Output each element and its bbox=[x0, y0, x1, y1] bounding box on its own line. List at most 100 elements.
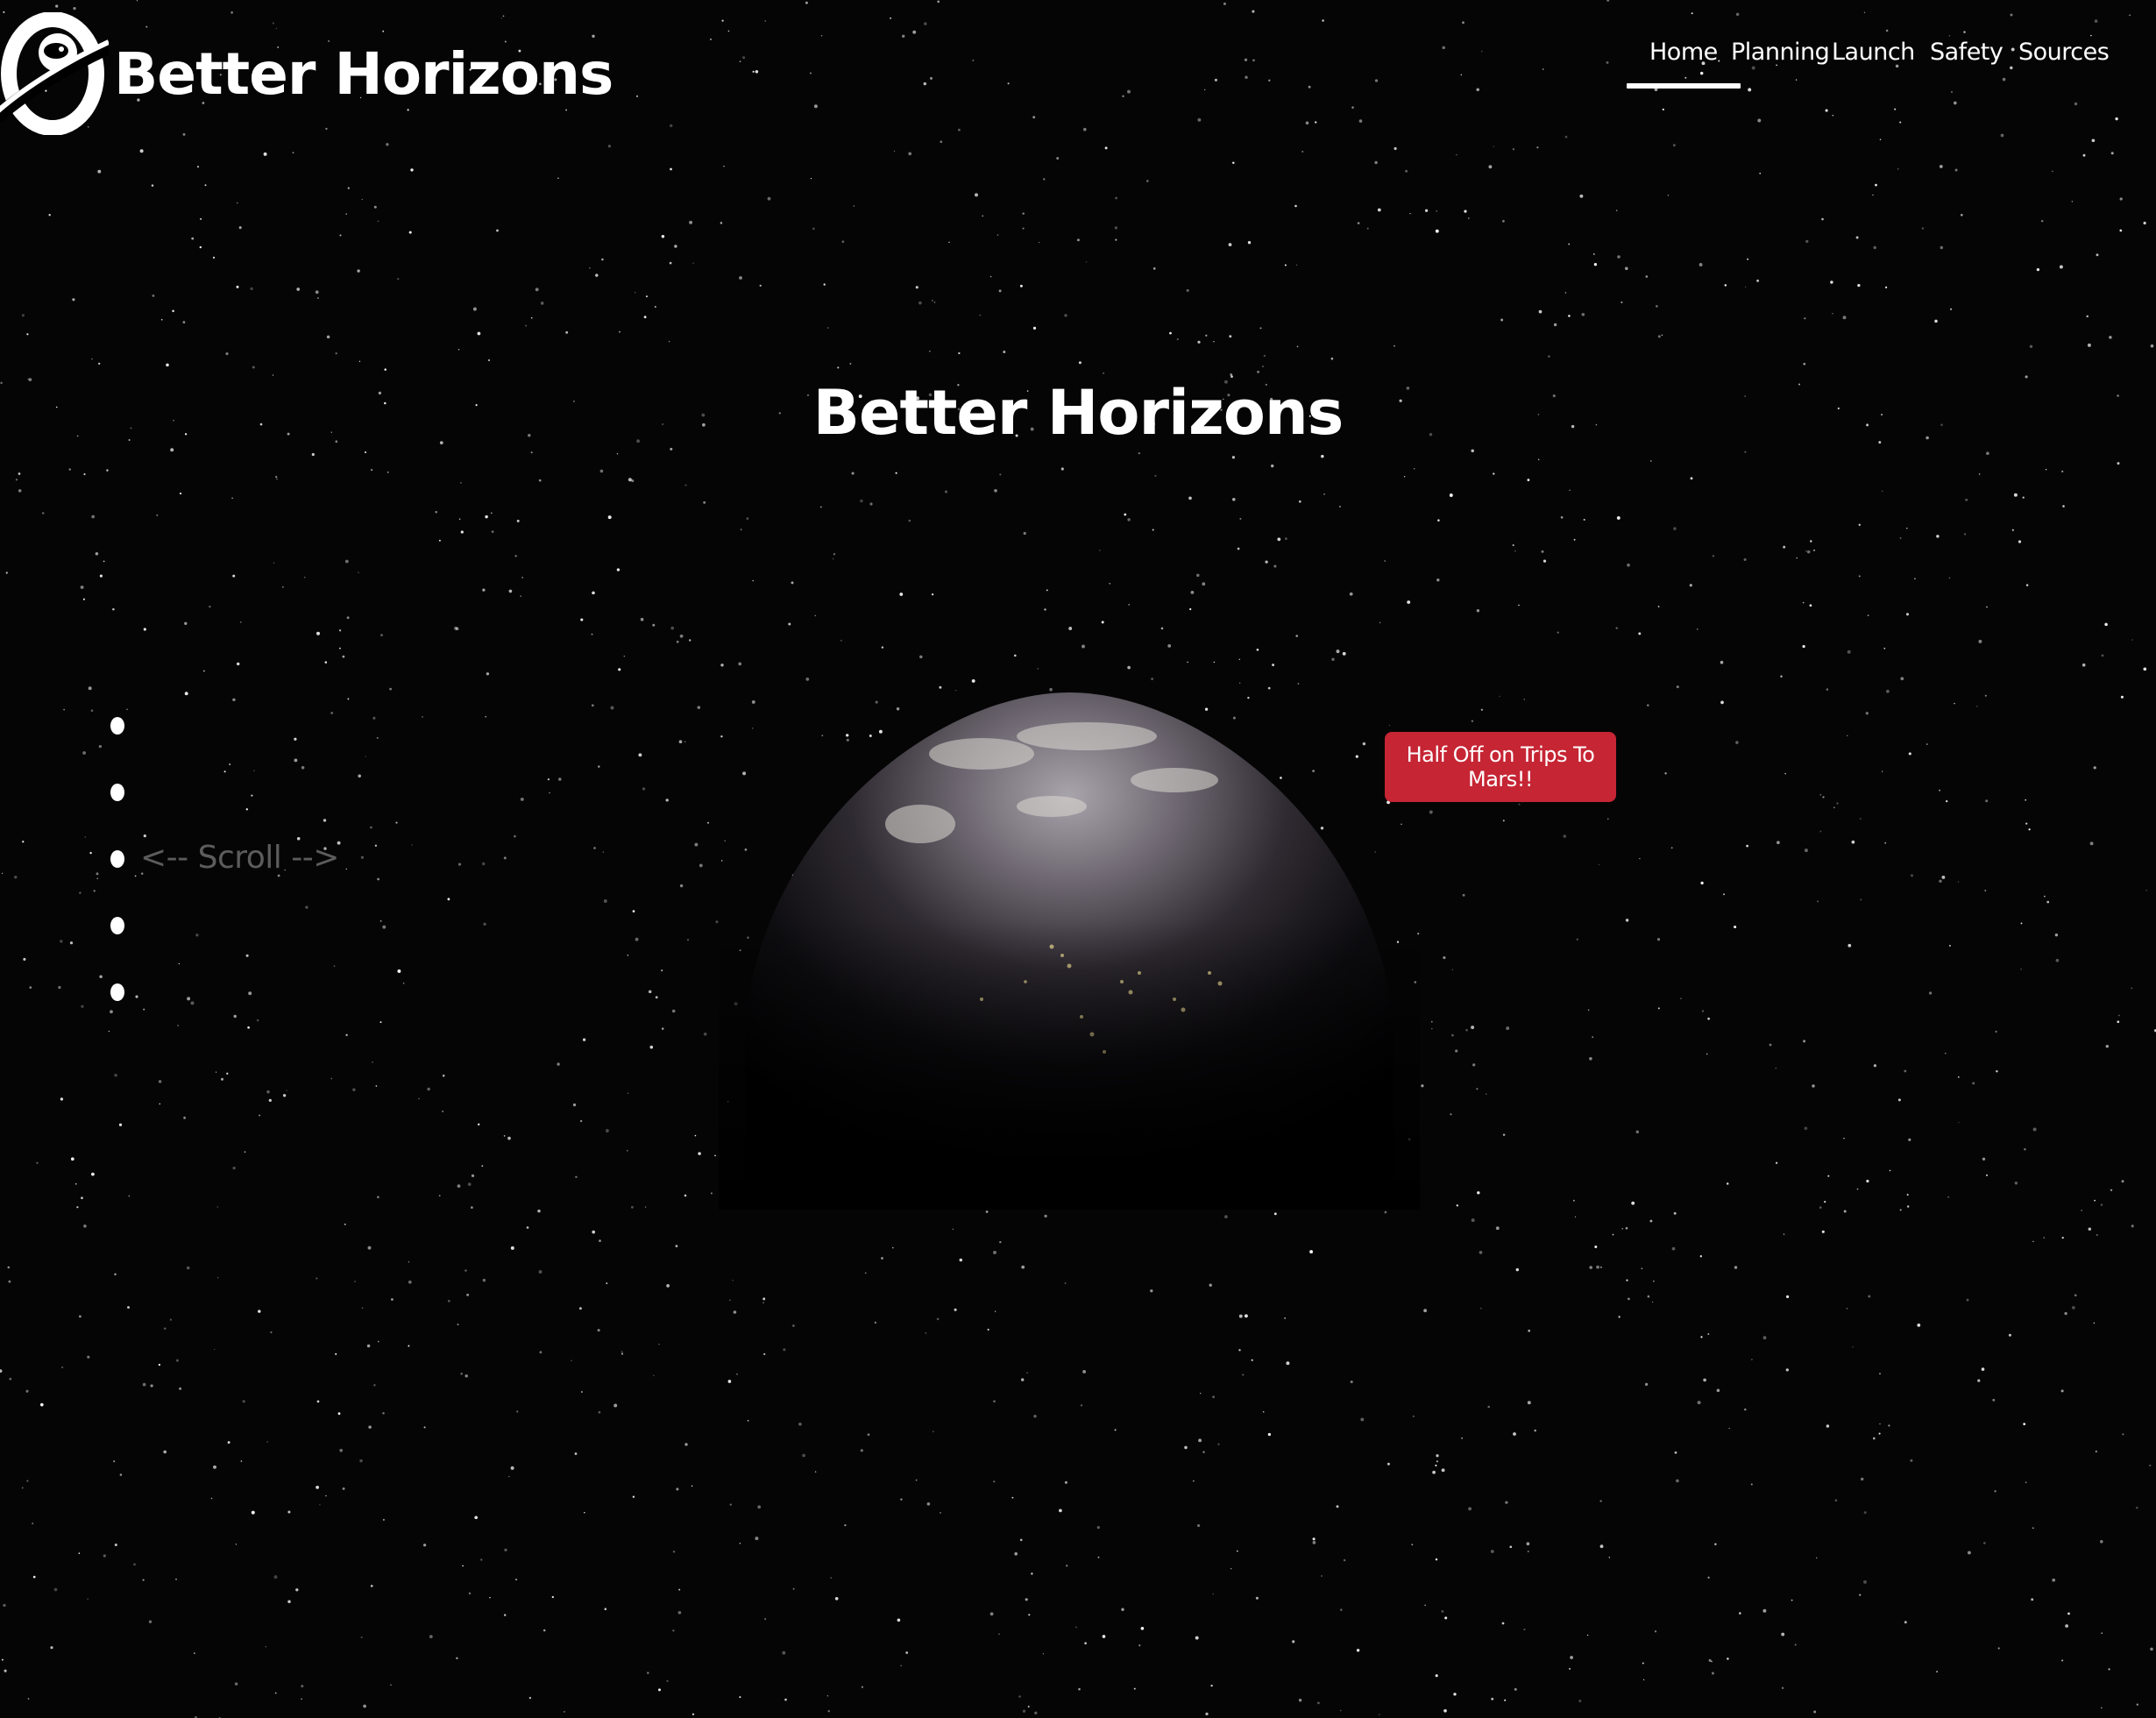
star bbox=[239, 621, 242, 623]
star bbox=[483, 922, 486, 926]
star bbox=[671, 1009, 676, 1013]
scroll-dot-4[interactable] bbox=[110, 917, 124, 934]
star bbox=[2024, 1148, 2026, 1151]
star bbox=[994, 1310, 996, 1312]
star bbox=[358, 774, 362, 778]
star bbox=[802, 1453, 806, 1458]
star bbox=[287, 1600, 291, 1603]
scroll-dot-2[interactable] bbox=[110, 784, 124, 801]
star bbox=[691, 1713, 695, 1715]
scroll-dot-3[interactable] bbox=[110, 850, 124, 868]
star bbox=[538, 1270, 543, 1274]
star bbox=[1884, 841, 1887, 844]
star bbox=[645, 295, 649, 298]
star bbox=[460, 1373, 463, 1375]
star bbox=[1429, 810, 1433, 814]
star bbox=[1564, 292, 1567, 294]
star bbox=[1847, 943, 1852, 948]
star bbox=[597, 1329, 600, 1332]
star bbox=[972, 60, 975, 61]
star bbox=[1656, 938, 1661, 941]
star bbox=[103, 1554, 106, 1558]
star bbox=[1817, 900, 1819, 903]
star bbox=[729, 1299, 731, 1302]
star bbox=[214, 1348, 216, 1351]
nav-item-home[interactable]: Home bbox=[1627, 39, 1741, 89]
star bbox=[1621, 1228, 1623, 1230]
star bbox=[1037, 668, 1039, 670]
star bbox=[1, 872, 4, 874]
star bbox=[1011, 1496, 1014, 1499]
star bbox=[1945, 1053, 1947, 1054]
star bbox=[678, 740, 683, 744]
star bbox=[1897, 1098, 1901, 1102]
star bbox=[710, 38, 712, 40]
promo-mars-button[interactable]: Half Off on Trips To Mars!! bbox=[1385, 732, 1616, 802]
star bbox=[2105, 1045, 2109, 1048]
star bbox=[234, 1682, 238, 1686]
star bbox=[373, 1384, 376, 1387]
nav-item-safety[interactable]: Safety bbox=[1930, 39, 2004, 66]
star bbox=[1941, 875, 1946, 879]
nav-item-planning[interactable]: Planning bbox=[1731, 39, 1830, 66]
star bbox=[21, 314, 25, 317]
star bbox=[317, 297, 319, 299]
star bbox=[738, 662, 742, 666]
star bbox=[370, 1585, 373, 1587]
star bbox=[665, 799, 669, 802]
star bbox=[1195, 1636, 1199, 1640]
star bbox=[2120, 695, 2124, 699]
star bbox=[764, 1618, 766, 1620]
star bbox=[1493, 146, 1494, 147]
star bbox=[833, 553, 836, 556]
star bbox=[213, 1465, 216, 1469]
star bbox=[2118, 1014, 2120, 1017]
star bbox=[1727, 1658, 1729, 1660]
star bbox=[1873, 245, 1876, 250]
star bbox=[1904, 1069, 1907, 1073]
scroll-dot-5[interactable] bbox=[110, 983, 124, 1001]
scroll-dot-1[interactable] bbox=[110, 717, 124, 735]
star bbox=[1277, 537, 1281, 542]
star bbox=[460, 530, 464, 534]
star bbox=[1526, 1542, 1530, 1546]
star bbox=[1451, 969, 1453, 970]
star bbox=[1133, 1687, 1136, 1690]
star bbox=[1824, 1201, 1826, 1203]
star bbox=[1671, 1246, 1676, 1251]
nav-item-launch[interactable]: Launch bbox=[1832, 39, 1915, 66]
star bbox=[1894, 108, 1897, 110]
star bbox=[1464, 209, 1467, 213]
star bbox=[1650, 460, 1652, 462]
star bbox=[1542, 68, 1544, 70]
star bbox=[602, 851, 604, 853]
star bbox=[1762, 1608, 1767, 1613]
star bbox=[1025, 1598, 1028, 1601]
star bbox=[1855, 236, 1859, 239]
star bbox=[710, 1192, 713, 1195]
nav-item-sources[interactable]: Sources bbox=[2018, 39, 2110, 66]
star bbox=[1196, 1523, 1201, 1528]
star bbox=[1654, 1630, 1657, 1633]
star bbox=[1444, 1616, 1448, 1620]
star bbox=[1451, 1033, 1454, 1037]
brand-logo[interactable]: Better Horizons bbox=[0, 12, 613, 135]
star bbox=[4, 1669, 7, 1672]
star bbox=[1078, 1687, 1081, 1691]
star bbox=[82, 751, 86, 755]
star bbox=[525, 324, 528, 327]
star bbox=[2131, 987, 2133, 990]
star bbox=[655, 996, 658, 999]
star bbox=[703, 1032, 707, 1036]
star bbox=[1078, 361, 1082, 365]
star bbox=[114, 1544, 117, 1546]
star bbox=[136, 0, 138, 2]
star bbox=[408, 231, 412, 234]
star bbox=[1026, 1372, 1029, 1374]
star bbox=[1032, 116, 1036, 119]
star bbox=[143, 628, 146, 631]
star bbox=[151, 184, 154, 187]
star bbox=[2060, 1389, 2064, 1393]
star bbox=[184, 692, 188, 696]
star bbox=[183, 1116, 187, 1119]
